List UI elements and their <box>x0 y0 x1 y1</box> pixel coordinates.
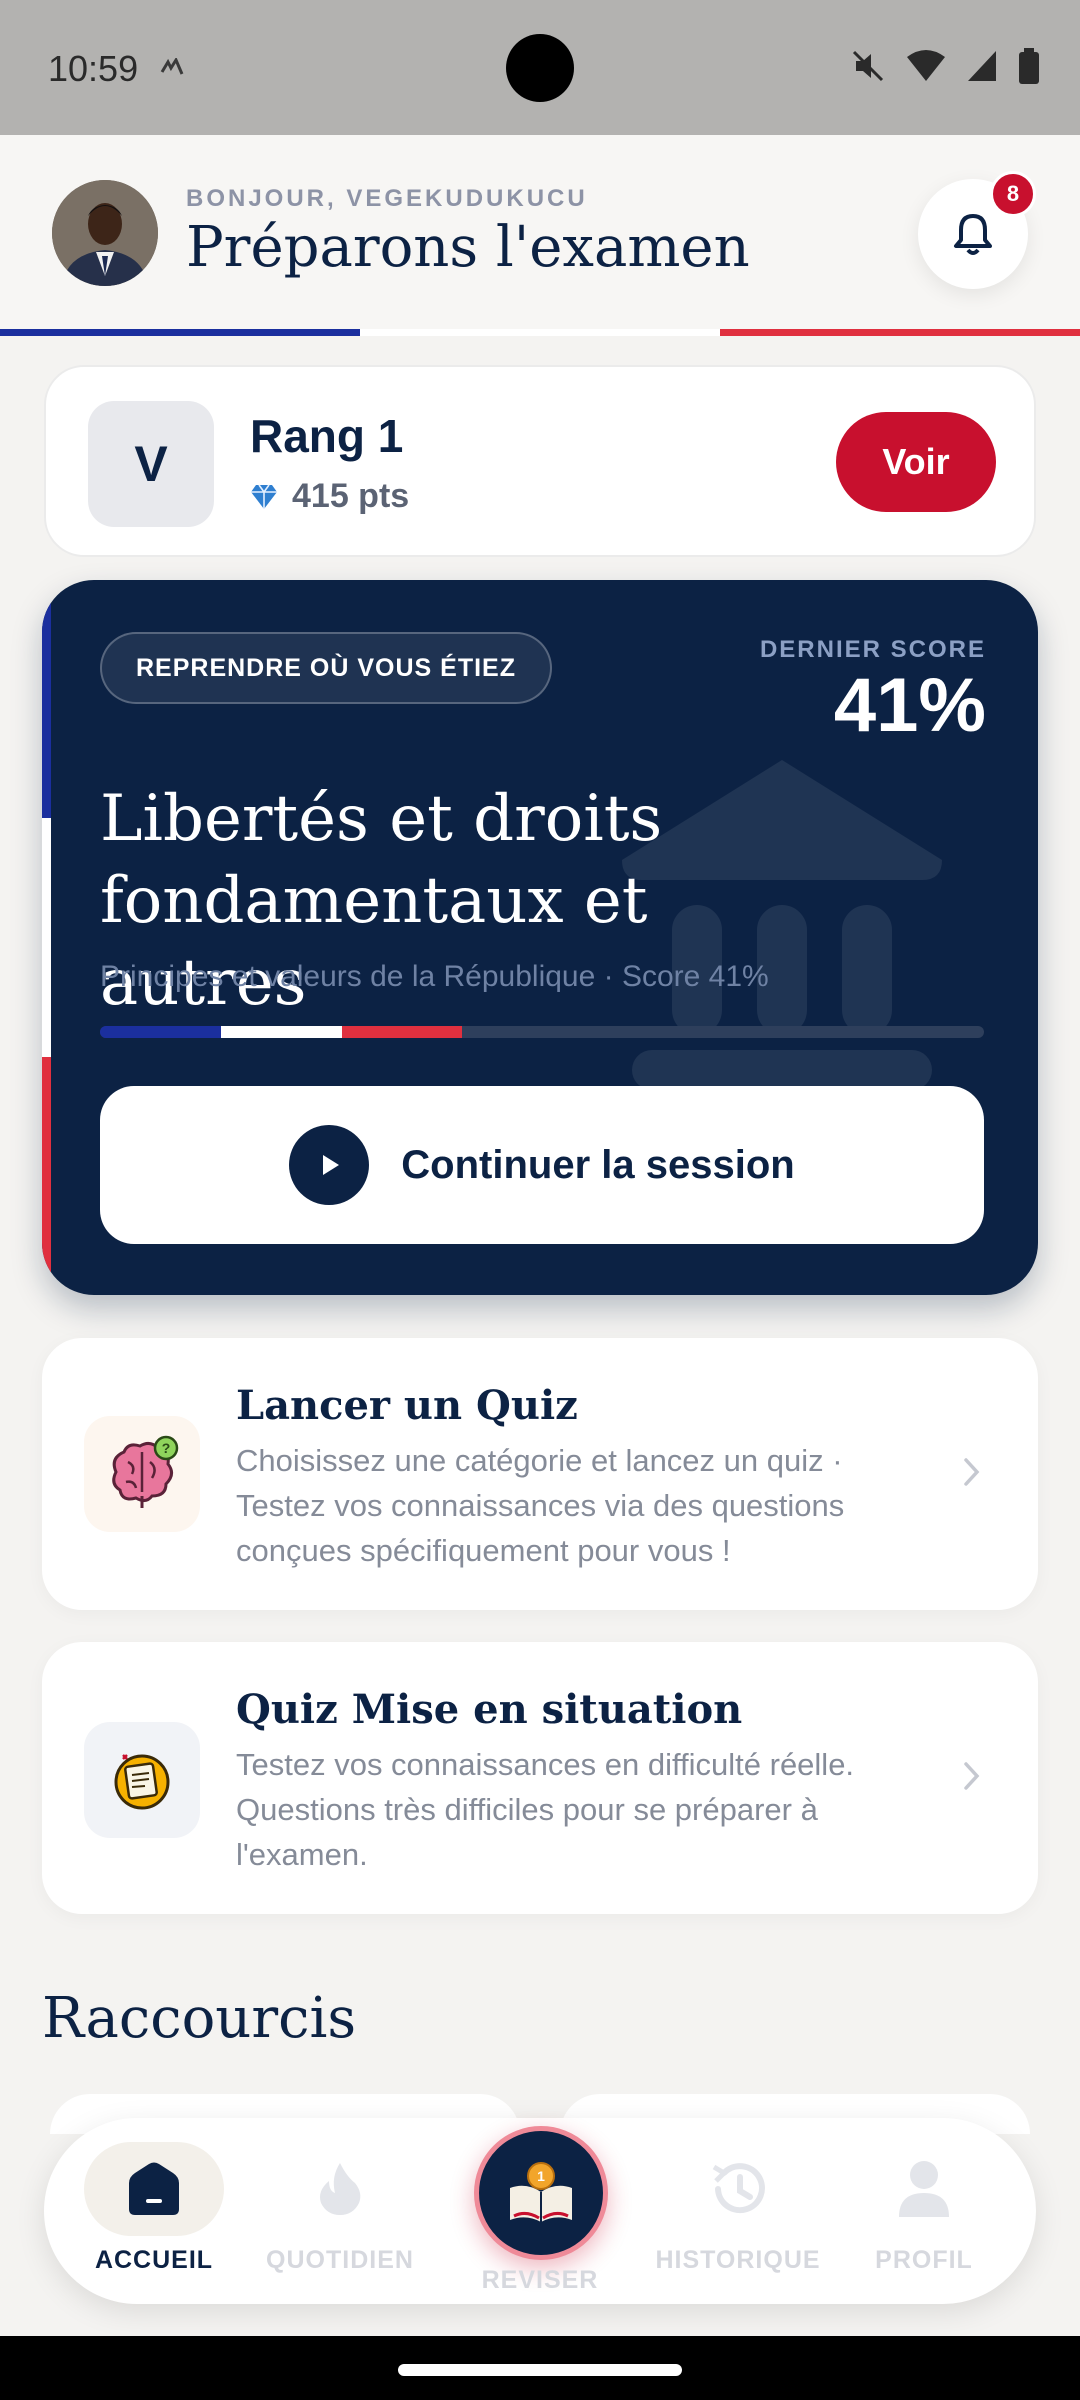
quiz-card-description: Choisissez une catégorie et lancez un qu… <box>236 1443 845 1568</box>
status-time: 10:59 <box>48 48 139 89</box>
chevron-right-icon <box>964 1762 980 1790</box>
continue-session-button[interactable]: Continuer la session <box>100 1086 984 1244</box>
rank-title: Rang 1 <box>250 410 404 462</box>
nav-label: ACCUEIL <box>94 2246 214 2274</box>
home-gesture-handle[interactable] <box>398 2364 682 2376</box>
resume-session-card: REPRENDRE OÙ VOUS ÉTIEZ DERNIER SCORE 41… <box>42 580 1038 1295</box>
user-icon <box>854 2142 994 2236</box>
quiz-card-description: Testez vos connaissances en difficulté r… <box>236 1747 855 1872</box>
tricolor-edge <box>42 580 51 1295</box>
nav-quotidien[interactable]: QUOTIDIEN <box>260 2142 420 2282</box>
rank-card[interactable]: V Rang 1 415 pts Voir <box>44 365 1036 557</box>
nav-label: REVISER <box>481 2266 599 2294</box>
app-header: BONJOUR, VEGEKUDUKUCU Préparons l'examen… <box>0 135 1080 330</box>
signal-icon <box>968 51 996 81</box>
home-icon <box>84 2142 224 2236</box>
nav-profil[interactable]: PROFIL <box>844 2142 1004 2282</box>
mute-icon <box>852 50 884 82</box>
avatar[interactable] <box>52 180 158 286</box>
system-navigation-bar <box>0 2336 1080 2400</box>
quiz-card-title: Lancer un Quiz <box>236 1382 578 1429</box>
nav-label: HISTORIQUE <box>655 2246 821 2274</box>
last-score-value: 41% <box>833 663 986 748</box>
voir-button[interactable]: Voir <box>836 412 996 512</box>
progress-bar <box>100 1026 984 1038</box>
launch-quiz-card[interactable]: ? Lancer un Quiz Choisissez une catégori… <box>42 1338 1038 1610</box>
points-value: 415 pts <box>292 477 410 515</box>
chevron-right-icon <box>964 1458 980 1486</box>
bell-icon <box>954 214 992 255</box>
battery-icon <box>1019 48 1039 84</box>
resume-tag: REPRENDRE OÙ VOUS ÉTIEZ <box>100 632 552 704</box>
history-icon <box>668 2142 808 2236</box>
quiz-card-title: Quiz Mise en situation <box>236 1686 743 1733</box>
diamond-icon <box>251 484 277 509</box>
last-score-label: DERNIER SCORE <box>759 636 986 663</box>
progress-fill <box>100 1026 463 1038</box>
tricolor-divider <box>0 329 1080 336</box>
rank-points: 415 pts <box>250 477 409 516</box>
status-bar: 10:59 <box>0 0 1080 135</box>
continue-label: Continuer la session <box>401 1142 795 1187</box>
notification-badge: 8 <box>990 171 1036 217</box>
greeting-label: BONJOUR, VEGEKUDUKUCU <box>186 185 588 212</box>
wifi-icon <box>907 50 945 81</box>
flame-icon <box>270 2142 410 2236</box>
book-icon: 1 <box>510 2162 572 2222</box>
situation-quiz-card[interactable]: Quiz Mise en situation Testez vos connai… <box>42 1642 1038 1914</box>
nav-historique[interactable]: HISTORIQUE <box>655 2142 821 2282</box>
nav-accueil[interactable]: ACCUEIL <box>74 2142 234 2282</box>
nav-label: QUOTIDIEN <box>266 2246 414 2274</box>
page-title: Préparons l'examen <box>186 215 750 280</box>
svg-text:?: ? <box>162 1440 171 1456</box>
avatar-photo <box>52 180 158 286</box>
nav-reviser[interactable]: 1 <box>474 2126 608 2260</box>
notification-small-icon <box>160 58 184 75</box>
play-icon <box>289 1125 370 1205</box>
shortcuts-heading: Raccourcis <box>42 1986 357 2051</box>
rank-initial: V <box>88 401 214 527</box>
status-icons <box>850 48 1040 84</box>
svg-text:1: 1 <box>537 2168 545 2184</box>
exam-paper-icon <box>84 1722 200 1838</box>
brain-question-icon: ? <box>84 1416 200 1532</box>
nav-label: PROFIL <box>875 2246 973 2274</box>
camera-cutout <box>506 34 574 102</box>
topic-subtitle: Principes et valeurs de la République · … <box>100 960 769 993</box>
